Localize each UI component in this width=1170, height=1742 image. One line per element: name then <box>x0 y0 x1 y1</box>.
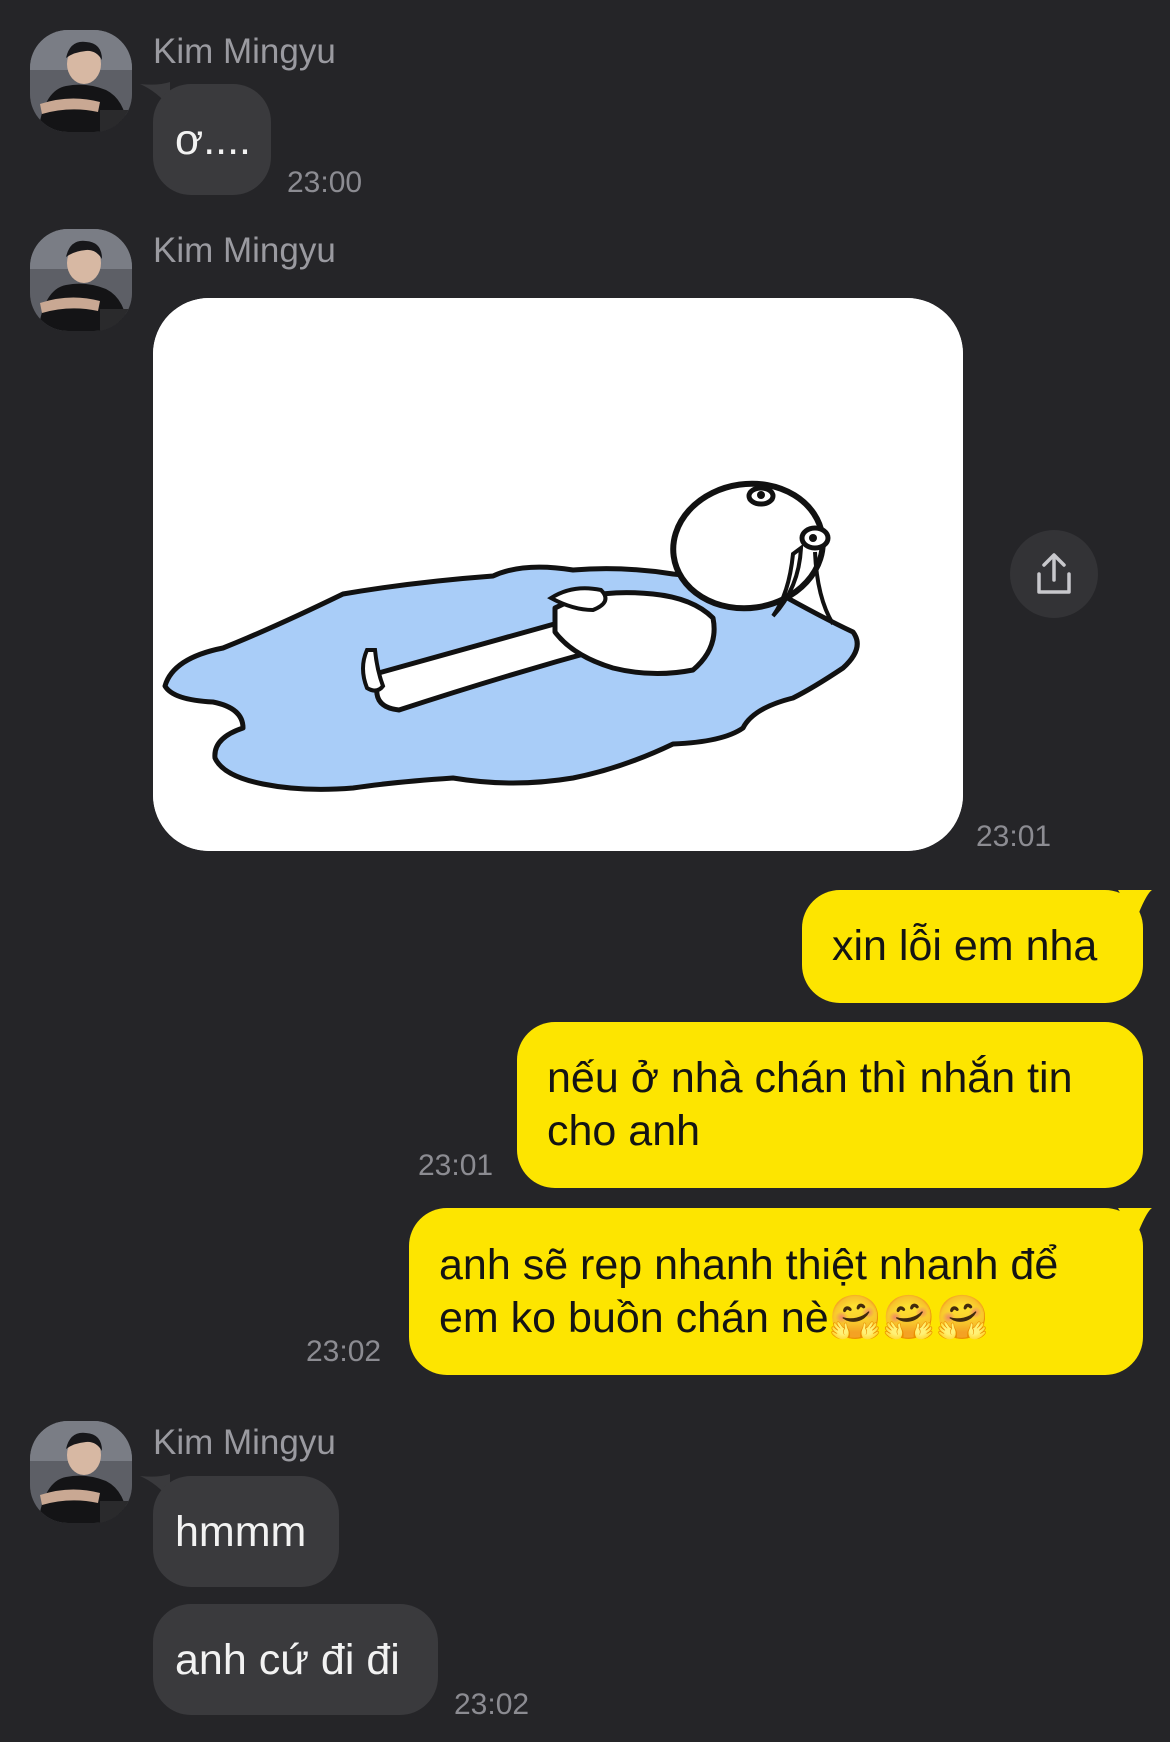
message-time: 23:00 <box>287 166 363 199</box>
avatar[interactable] <box>30 229 132 331</box>
crying-sticker-image <box>153 298 963 851</box>
share-icon <box>1037 553 1071 594</box>
message-time: 23:01 <box>976 820 1052 853</box>
image-message[interactable] <box>153 298 963 851</box>
message-time: 23:02 <box>306 1335 382 1368</box>
message-text: anh sẽ rep nhanh thiệt nhanh để em ko bu… <box>439 1240 1059 1343</box>
sender-name: Kim Mingyu <box>153 231 336 270</box>
hugging-face-emoji: 🤗🤗🤗 <box>828 1292 990 1343</box>
sender-name: Kim Mingyu <box>153 1423 336 1462</box>
share-button[interactable] <box>1010 530 1098 618</box>
message-bubble[interactable]: hmmm <box>153 1476 339 1587</box>
message-text: anh cứ đi đi <box>175 1635 400 1684</box>
message-text: xin lỗi em nha <box>832 922 1098 970</box>
avatar[interactable] <box>30 1421 132 1523</box>
message-time: 23:01 <box>418 1149 494 1182</box>
message-bubble[interactable]: anh sẽ rep nhanh thiệt nhanh để em ko bu… <box>409 1208 1143 1375</box>
message-time: 23:02 <box>454 1688 530 1721</box>
avatar[interactable] <box>30 30 132 132</box>
sender-name: Kim Mingyu <box>153 32 336 71</box>
chat-screen: Kim Mingyu ơ.... 23:00 Kim Mingyu 23:01 … <box>0 0 1170 1742</box>
message-text: ơ.... <box>175 115 251 164</box>
message-text: hmmm <box>175 1507 307 1556</box>
message-bubble[interactable]: xin lỗi em nha <box>802 890 1143 1003</box>
message-bubble[interactable]: nếu ở nhà chán thì nhắn tin cho anh <box>517 1022 1143 1188</box>
message-bubble[interactable]: ơ.... <box>153 84 271 195</box>
message-bubble[interactable]: anh cứ đi đi <box>153 1604 438 1715</box>
message-text: nếu ở nhà chán thì nhắn tin cho anh <box>547 1054 1073 1155</box>
